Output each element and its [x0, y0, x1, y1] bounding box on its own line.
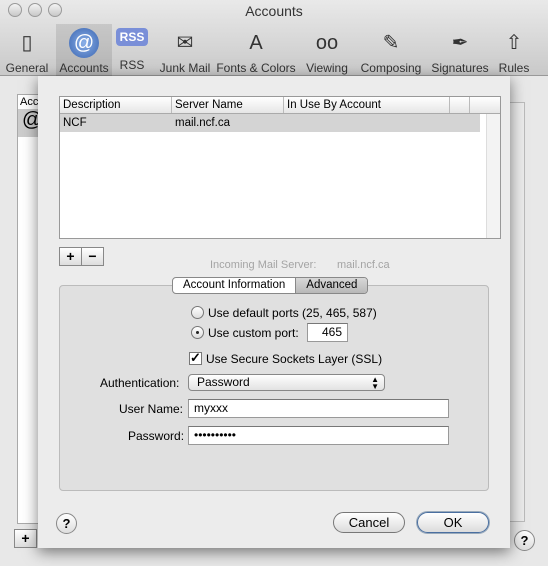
tab-bar: Account Information Advanced: [172, 277, 369, 294]
tab-advanced[interactable]: Advanced: [295, 278, 368, 293]
custom-port-input[interactable]: 465: [307, 323, 348, 342]
pencil-icon: ✎: [382, 32, 400, 54]
column-description[interactable]: Description: [60, 97, 172, 113]
fonts-colors-icon: A: [249, 32, 263, 54]
glasses-icon: oo: [315, 32, 339, 54]
toolbar-viewing[interactable]: oo Viewing: [300, 24, 354, 76]
ssl-label: Use Secure Sockets Layer (SSL): [206, 352, 383, 366]
smtp-server-table: Description Server Name In Use By Accoun…: [59, 96, 501, 239]
at-icon: @: [69, 28, 99, 58]
table-row[interactable]: NCF mail.ncf.ca: [60, 114, 480, 132]
toolbar-label: Composing: [360, 61, 422, 75]
toolbar-accounts[interactable]: @ Accounts: [56, 24, 112, 76]
cell-server: mail.ncf.ca: [175, 117, 230, 129]
username-label: User Name:: [119, 402, 184, 416]
authentication-select[interactable]: Password ▲ ▼: [188, 374, 385, 391]
rules-icon: ⇧: [505, 32, 523, 54]
toolbar-label: Junk Mail: [159, 61, 211, 75]
cell-in-use: [284, 114, 450, 132]
pen-icon: ✒: [451, 32, 469, 54]
default-ports-radio[interactable]: [191, 306, 204, 319]
authentication-label: Authentication:: [100, 376, 180, 390]
ok-button[interactable]: OK: [417, 512, 489, 533]
default-ports-label: Use default ports (25, 465, 587): [208, 306, 377, 320]
cancel-button[interactable]: Cancel: [333, 512, 405, 533]
toolbar-signatures[interactable]: ✒ Signatures: [428, 24, 492, 76]
ssl-checkbox[interactable]: ✓: [189, 350, 202, 365]
toolbar-rss[interactable]: RSS RSS: [112, 24, 152, 76]
add-account-button[interactable]: +: [14, 529, 37, 548]
custom-port-radio[interactable]: [191, 326, 204, 339]
username-input[interactable]: myxxx: [188, 399, 449, 418]
toolbar-composing[interactable]: ✎ Composing: [356, 24, 426, 76]
checkmark-icon: ✓: [190, 350, 201, 365]
toolbar-label: Viewing: [306, 61, 348, 75]
authentication-value: Password: [197, 375, 250, 389]
toolbar-label: Accounts: [59, 61, 109, 75]
toolbar-label: Signatures: [431, 61, 489, 75]
toolbar-label: Rules: [498, 61, 530, 75]
toolbar-label: Fonts & Colors: [216, 61, 296, 75]
smtp-server-sheet: Description Server Name In Use By Accoun…: [38, 76, 510, 548]
rss-icon: RSS: [116, 28, 148, 46]
title-bar: Accounts ▯ General @ Accounts RSS RSS ✉ Junk Ma…: [0, 0, 548, 76]
toolbar-label: General: [5, 61, 49, 75]
vertical-scrollbar[interactable]: [486, 114, 500, 238]
window-title: Accounts: [245, 3, 303, 19]
switch-icon: ▯: [21, 32, 33, 54]
password-label: Password:: [128, 429, 185, 443]
column-in-use[interactable]: In Use By Account: [284, 97, 450, 113]
toolbar-junk-mail[interactable]: ✉ Junk Mail: [156, 24, 214, 76]
password-input[interactable]: ••••••••••: [188, 426, 449, 445]
mail-preferences-window: Accounts ▯ General @ Accounts RSS RSS ✉ Junk Ma…: [0, 0, 548, 566]
updown-arrows-icon: ▲ ▼: [371, 375, 379, 391]
custom-port-label: Use custom port:: [208, 326, 299, 340]
toolbar-fonts-colors[interactable]: A Fonts & Colors: [215, 24, 297, 76]
junk-mail-icon: ✉: [176, 32, 194, 54]
toolbar-label: RSS: [119, 58, 145, 72]
help-button-bg[interactable]: ?: [514, 530, 535, 551]
toolbar-general[interactable]: ▯ General: [4, 24, 50, 76]
toolbar-rules[interactable]: ⇧ Rules: [494, 24, 534, 76]
column-server-name[interactable]: Server Name: [172, 97, 284, 113]
help-button[interactable]: ?: [56, 513, 77, 534]
add-server-button[interactable]: +: [59, 247, 82, 266]
cell-description: NCF: [63, 117, 87, 129]
tab-account-information[interactable]: Account Information: [173, 278, 295, 293]
remove-server-button[interactable]: −: [81, 247, 104, 266]
